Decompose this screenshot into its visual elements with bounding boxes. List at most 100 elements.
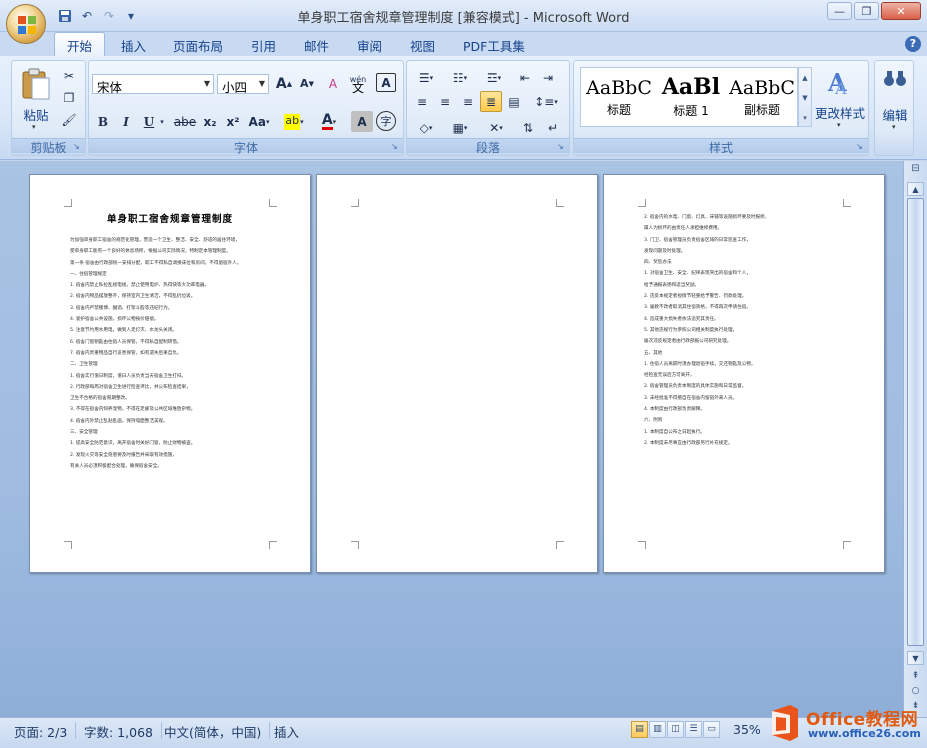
numbering-icon[interactable]: ☷ ▾: [445, 67, 475, 88]
web-layout-icon[interactable]: ◫: [667, 721, 684, 738]
vertical-scrollbar[interactable]: ⊟ ▲ ▼ ⇞ ○ ⇟: [903, 161, 927, 717]
font-size-combo[interactable]: 小四 ▼: [217, 74, 269, 95]
previous-page-icon[interactable]: ⇞: [907, 669, 924, 683]
text-line: 二、卫生管理: [70, 362, 98, 368]
gallery-up-icon[interactable]: ▲: [799, 68, 811, 88]
superscript-button[interactable]: x²: [222, 111, 244, 132]
change-case-button[interactable]: Aa ▾: [246, 111, 272, 132]
borders-icon[interactable]: ▦ ▾: [445, 117, 475, 138]
enclose-char-button[interactable]: 字: [376, 111, 396, 131]
draft-icon[interactable]: ▭: [703, 721, 720, 738]
language-indicator[interactable]: 中文(简体，中国): [156, 722, 271, 740]
editing-button[interactable]: 编辑 ▾: [877, 65, 913, 135]
align-center-icon[interactable]: ≡: [434, 91, 456, 112]
cut-icon[interactable]: ✂: [58, 65, 80, 86]
decrease-indent-icon[interactable]: ⇤: [514, 67, 536, 88]
tab-home[interactable]: 开始: [54, 32, 106, 57]
phonetic-guide-button[interactable]: wén 文: [347, 73, 369, 94]
minimize-button[interactable]: —: [827, 2, 852, 20]
text-line: 发现问题及时处理。: [644, 248, 686, 254]
ruler-toggle-icon[interactable]: ⊟: [908, 163, 923, 178]
text-line: 5. 注意节约用水用电，做到人走灯灭、水龙头关闭。: [70, 328, 177, 334]
style-title[interactable]: AaBbC 标题: [584, 71, 654, 125]
insert-mode[interactable]: 插入: [266, 722, 307, 740]
page-2[interactable]: [316, 174, 598, 573]
chevron-down-icon: ▾: [837, 121, 841, 129]
clear-format-button[interactable]: A: [322, 73, 344, 94]
line-spacing-icon[interactable]: ↕≡ ▾: [531, 91, 561, 112]
title-bar: ↶ ↷ ▾ 单身职工宿舍规章管理制度 [兼容模式] - Microsoft Wo…: [0, 0, 927, 44]
shrink-font-button[interactable]: A ▼: [296, 73, 318, 94]
char-border-button[interactable]: A: [376, 73, 396, 92]
page-1[interactable]: 单身职工宿舍规章管理制度 为加强单身职工宿舍的规范化管理，营造一个卫生、整洁、安…: [29, 174, 311, 573]
print-layout-icon[interactable]: ▤: [631, 721, 648, 738]
scroll-thumb[interactable]: [907, 198, 924, 646]
distributed-icon[interactable]: ▤: [503, 91, 525, 112]
tab-references[interactable]: 引用: [251, 36, 276, 55]
zoom-level[interactable]: 35%: [733, 722, 761, 737]
tab-insert[interactable]: 插入: [121, 36, 146, 55]
text-line: 1. 本制度自公布之日起执行。: [644, 429, 705, 435]
clipboard-launcher-icon[interactable]: ↘: [73, 142, 82, 151]
page-3[interactable]: 2. 宿舍内的水电、门窗、灯具、床铺等设施损坏要及时报修， 属人为损坏的由责任人承…: [603, 174, 885, 573]
text-line: 2. 宿舍内物品摆放整齐，保持室内卫生清洁，不得乱扔垃圾。: [70, 294, 196, 300]
help-icon[interactable]: ?: [905, 36, 921, 52]
scroll-up-icon[interactable]: ▲: [907, 182, 924, 196]
close-button[interactable]: ✕: [881, 2, 921, 20]
paragraph-launcher-icon[interactable]: ↘: [557, 142, 566, 151]
bold-button[interactable]: B: [92, 111, 114, 132]
word-count[interactable]: 字数: 1,068: [76, 722, 162, 740]
sort-icon[interactable]: ⇅: [517, 117, 539, 138]
show-marks-icon[interactable]: ↵: [542, 117, 564, 138]
text-line: 3. 未经批准不得擅自在宿舍内留宿外来人员。: [644, 395, 738, 401]
style-heading-1[interactable]: AaBl 标题 1: [656, 71, 726, 125]
shading-icon[interactable]: ◇ ▾: [411, 117, 441, 138]
font-color-button[interactable]: A ▾: [313, 111, 345, 132]
scroll-down-icon[interactable]: ▼: [907, 651, 924, 665]
tab-mailings[interactable]: 邮件: [304, 36, 329, 55]
increase-indent-icon[interactable]: ⇥: [537, 67, 559, 88]
chinese-layout-icon[interactable]: ✕ ▾: [481, 117, 511, 138]
document-area[interactable]: 单身职工宿舍规章管理制度 为加强单身职工宿舍的规范化管理，营造一个卫生、整洁、安…: [0, 161, 903, 717]
subscript-button[interactable]: x₂: [199, 111, 221, 132]
page-indicator[interactable]: 页面: 2/3: [6, 722, 77, 740]
text-line: 2. 宿舍管理员负责本制度的具体实施和日常监督。: [644, 384, 747, 390]
tab-page-layout[interactable]: 页面布局: [173, 36, 223, 55]
browse-object-icon[interactable]: ○: [907, 684, 924, 698]
highlight-button[interactable]: ab ▾: [278, 111, 310, 132]
tab-pdf-tools[interactable]: PDF工具集: [463, 36, 525, 55]
margin-mark: [638, 541, 646, 549]
change-styles-button[interactable]: A A 更改样式 ▾: [814, 65, 866, 135]
underline-dropdown-icon[interactable]: ▾: [157, 111, 167, 132]
align-right-icon[interactable]: ≡: [457, 91, 479, 112]
justify-icon[interactable]: ≣: [480, 91, 502, 112]
bullets-icon[interactable]: ☰ ▾: [411, 67, 441, 88]
outline-icon[interactable]: ☰: [685, 721, 702, 738]
font-name-combo[interactable]: 宋体 ▼: [92, 74, 214, 95]
text-line: 五、其他: [644, 350, 663, 356]
format-painter-icon[interactable]: 🖌: [58, 109, 80, 130]
style-subtitle[interactable]: AaBbC 副标题: [727, 71, 797, 125]
text-line: 4. 本制度由行政部负责解释。: [644, 407, 705, 413]
text-line: 2. 本制度未尽事宜由行政部另行补充规定。: [644, 440, 733, 446]
char-shading-button[interactable]: A: [351, 111, 373, 132]
multilevel-list-icon[interactable]: ☲ ▾: [479, 67, 509, 88]
full-screen-reading-icon[interactable]: ▥: [649, 721, 666, 738]
office-button[interactable]: [6, 4, 46, 44]
copy-icon[interactable]: ❐: [58, 87, 80, 108]
tab-view[interactable]: 视图: [410, 36, 435, 55]
tab-review[interactable]: 审阅: [357, 36, 382, 55]
styles-group: AaBbC 标题 AaBl 标题 1 AaBbC 副标题 ▲ ▼ ▾ A A 更…: [573, 60, 869, 156]
font-launcher-icon[interactable]: ↘: [391, 142, 400, 151]
grow-font-button[interactable]: A ▲: [273, 73, 295, 94]
text-line: 4. 爱护宿舍公共设施，损坏公物按价赔偿。: [70, 317, 159, 323]
margin-mark: [64, 541, 72, 549]
paste-button[interactable]: 粘贴 ▾: [18, 65, 54, 133]
styles-gallery: AaBbC 标题 AaBl 标题 1 AaBbC 副标题: [580, 67, 798, 127]
styles-launcher-icon[interactable]: ↘: [856, 142, 865, 151]
align-left-icon[interactable]: ≡: [411, 91, 433, 112]
text-line: 5. 其他违规行为参照公司相关制度执行处理，: [644, 327, 738, 333]
restore-button[interactable]: ❐: [854, 2, 879, 20]
strikethrough-button[interactable]: abe: [172, 111, 198, 132]
italic-button[interactable]: I: [115, 111, 137, 132]
